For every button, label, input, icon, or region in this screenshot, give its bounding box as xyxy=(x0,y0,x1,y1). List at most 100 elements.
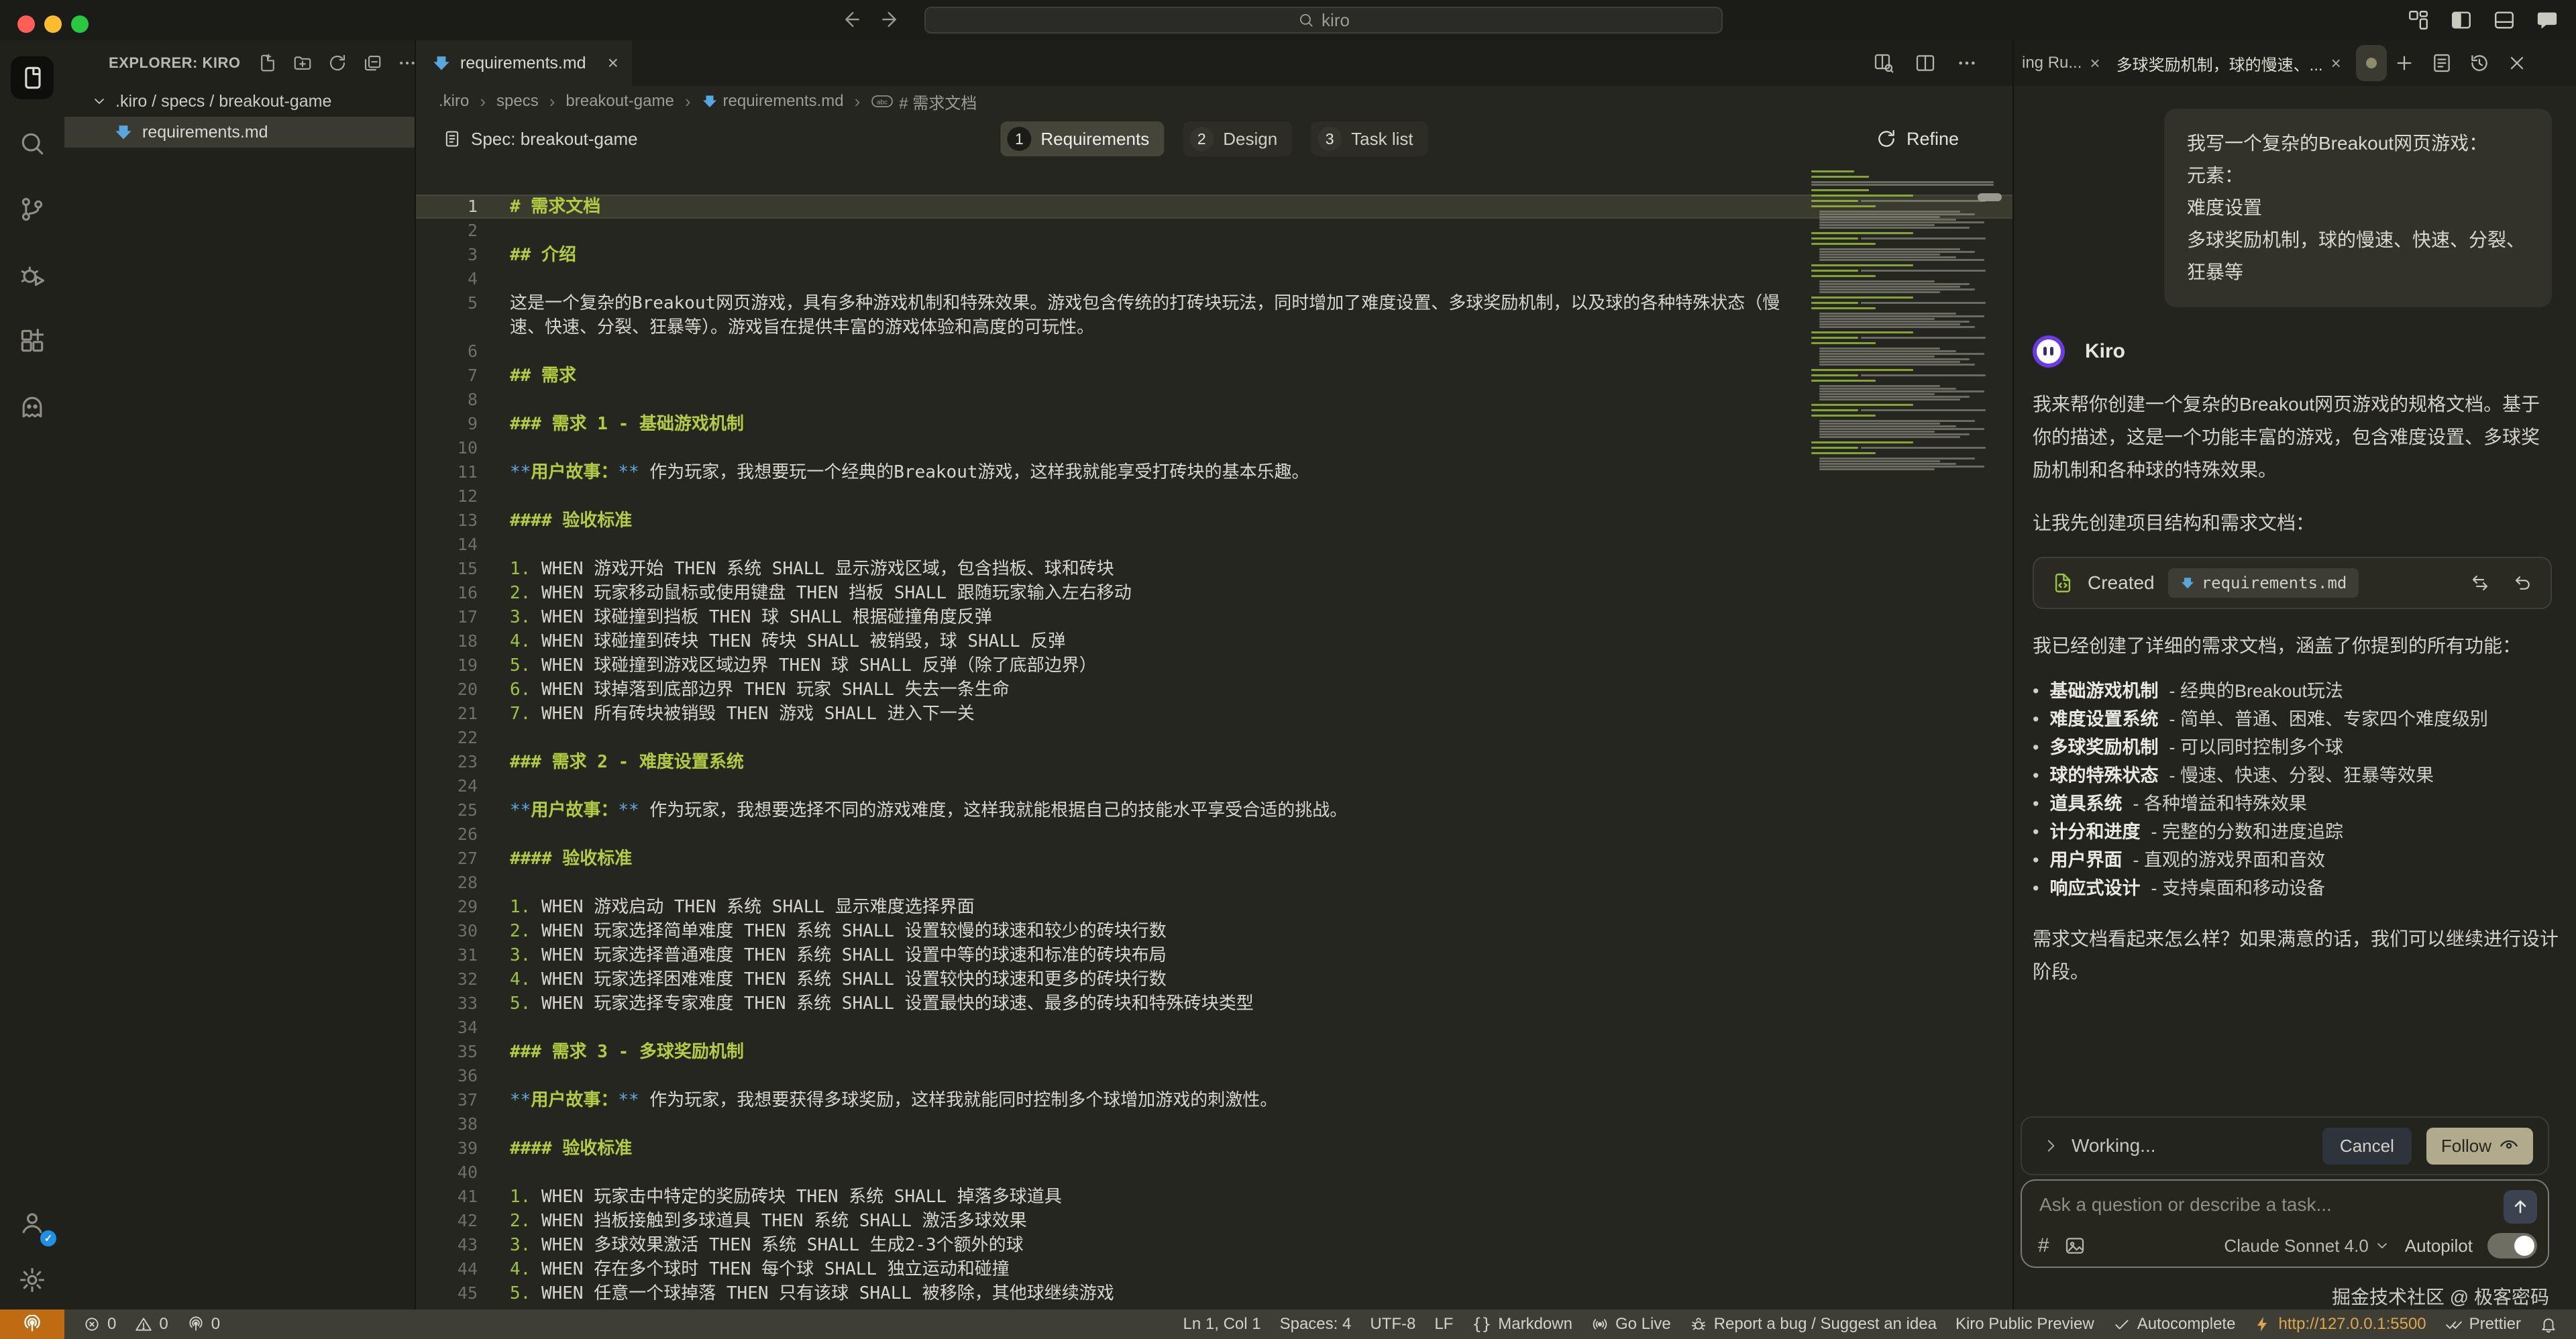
explorer-more-icon[interactable] xyxy=(397,53,417,73)
editor-line[interactable]: 9### 需求 1 - 基础游戏机制 xyxy=(416,412,2012,436)
search-sidebar-icon[interactable] xyxy=(11,122,54,165)
editor-line[interactable]: 25**用户故事：** 作为玩家，我想要选择不同的游戏难度，这样我就能根据自己的… xyxy=(416,798,2012,822)
status-prettier[interactable]: Prettier xyxy=(2445,1315,2521,1334)
new-chat-icon[interactable] xyxy=(2394,52,2415,74)
editor-line[interactable]: 34 xyxy=(416,1016,2012,1040)
cancel-button[interactable]: Cancel xyxy=(2322,1128,2412,1165)
editor-line[interactable]: 313. WHEN 玩家选择普通难度 THEN 系统 SHALL 设置中等的球速… xyxy=(416,943,2012,967)
send-button[interactable] xyxy=(2504,1190,2537,1224)
spec-step-tasklist[interactable]: 3Task list xyxy=(1311,121,1428,156)
editor-line[interactable]: 324. WHEN 玩家选择困难难度 THEN 系统 SHALL 设置较快的球速… xyxy=(416,967,2012,992)
status-icon-only[interactable] xyxy=(2540,1316,2557,1333)
model-selector[interactable]: Claude Sonnet 4.0 xyxy=(2224,1236,2390,1256)
tree-folder-breakout-game[interactable]: .kiro / specs / breakout-game xyxy=(64,86,415,117)
history-forward-icon[interactable] xyxy=(880,8,903,31)
breadcrumb-item[interactable]: specs xyxy=(496,92,539,111)
chat-bubble-icon[interactable] xyxy=(2536,9,2559,32)
toggle-panel-icon[interactable] xyxy=(2493,9,2516,32)
undo-icon[interactable] xyxy=(2513,573,2533,593)
editor-content[interactable]: 1# 需求文档23## 介绍45这是一个复杂的Breakout网页游戏，具有多种… xyxy=(416,161,2012,1305)
split-editor-icon[interactable] xyxy=(1915,52,1936,74)
close-chat-tab-icon[interactable]: × xyxy=(2331,53,2341,74)
context-hash-button[interactable]: # xyxy=(2038,1234,2049,1257)
editor-line[interactable]: 8 xyxy=(416,388,2012,412)
editor-line[interactable]: 12 xyxy=(416,484,2012,508)
editor-line[interactable]: 11**用户故事：** 作为玩家，我想要玩一个经典的Breakout游戏，这样我… xyxy=(416,460,2012,484)
chat-tab-1[interactable]: ing Ru... × xyxy=(2017,53,2106,74)
status-http-127-0-0-1-5500[interactable]: http://127.0.0.1:5500 xyxy=(2254,1315,2426,1334)
editor-line[interactable]: 40 xyxy=(416,1161,2012,1185)
zoom-window-button[interactable] xyxy=(71,15,89,33)
created-file-card[interactable]: Created requirements.md xyxy=(2033,557,2552,609)
source-control-icon[interactable] xyxy=(11,188,54,231)
editor-line[interactable]: 206. WHEN 球掉落到底部边界 THEN 玩家 SHALL 失去一条生命 xyxy=(416,678,2012,702)
breadcrumb-item-file[interactable]: requirements.md xyxy=(702,92,844,111)
status-0[interactable]: 0 xyxy=(135,1315,168,1334)
tree-file-requirements[interactable]: requirements.md xyxy=(64,117,415,148)
editor-line[interactable]: 26 xyxy=(416,822,2012,847)
scrollbar-thumb[interactable] xyxy=(1978,193,2002,201)
tab-requirements-md[interactable]: requirements.md × xyxy=(416,40,632,86)
status-0[interactable]: 0 xyxy=(83,1315,116,1334)
status-report-a-bug-suggest-an-idea[interactable]: Report a bug / Suggest an idea xyxy=(1690,1315,1937,1334)
status-lf[interactable]: LF xyxy=(1434,1315,1453,1334)
chat-history-icon[interactable] xyxy=(2469,52,2490,74)
close-tab-icon[interactable]: × xyxy=(608,52,619,74)
editor-line[interactable]: 422. WHEN 挡板接触到多球道具 THEN 系统 SHALL 激活多球效果 xyxy=(416,1209,2012,1233)
new-folder-icon[interactable] xyxy=(292,53,313,73)
status-markdown[interactable]: {}Markdown xyxy=(1472,1315,1572,1334)
editor-line[interactable]: 162. WHEN 玩家移动鼠标或使用键盘 THEN 挡板 SHALL 跟随玩家… xyxy=(416,581,2012,605)
close-chat-panel-icon[interactable] xyxy=(2506,52,2528,74)
editor-line[interactable]: 195. WHEN 球碰撞到游戏区域边界 THEN 球 SHALL 反弹（除了底… xyxy=(416,653,2012,678)
status-spaces-4[interactable]: Spaces: 4 xyxy=(1280,1315,1352,1334)
follow-button[interactable]: Follow xyxy=(2426,1128,2533,1165)
editor-line[interactable]: 291. WHEN 游戏启动 THEN 系统 SHALL 显示难度选择界面 xyxy=(416,895,2012,919)
editor-line[interactable]: 13#### 验收标准 xyxy=(416,508,2012,533)
open-diff-icon[interactable] xyxy=(2470,573,2490,593)
spec-step-requirements[interactable]: 1Requirements xyxy=(1000,121,1164,156)
editor-line[interactable]: 302. WHEN 玩家选择简单难度 THEN 系统 SHALL 设置较慢的球速… xyxy=(416,919,2012,943)
editor-line[interactable]: 335. WHEN 玩家选择专家难度 THEN 系统 SHALL 设置最快的球速… xyxy=(416,992,2012,1016)
new-file-icon[interactable] xyxy=(258,53,278,73)
editor-line[interactable]: 36 xyxy=(416,1064,2012,1088)
editor-line[interactable]: 10 xyxy=(416,436,2012,460)
close-chat-tab-icon[interactable]: × xyxy=(2090,53,2100,74)
refresh-explorer-icon[interactable] xyxy=(327,53,347,73)
editor-line[interactable]: 5这是一个复杂的Breakout网页游戏，具有多种游戏机制和特殊效果。游戏包含传… xyxy=(416,291,2012,339)
editor-more-icon[interactable] xyxy=(1956,52,1978,74)
editor-line[interactable]: 23### 需求 2 - 难度设置系统 xyxy=(416,750,2012,774)
editor-line[interactable]: 184. WHEN 球碰撞到砖块 THEN 砖块 SHALL 被销毁，球 SHA… xyxy=(416,629,2012,653)
editor-line[interactable]: 38 xyxy=(416,1112,2012,1136)
created-file-chip[interactable]: requirements.md xyxy=(2168,568,2359,598)
editor-line[interactable]: 4 xyxy=(416,267,2012,291)
status-go-live[interactable]: Go Live xyxy=(1591,1315,1671,1334)
layout-customize-icon[interactable] xyxy=(2407,9,2430,32)
breadcrumb-item[interactable]: breakout-game xyxy=(566,92,674,111)
autopilot-toggle[interactable] xyxy=(2487,1233,2537,1258)
explorer-icon[interactable] xyxy=(11,56,54,99)
status-ln-1-col-1[interactable]: Ln 1, Col 1 xyxy=(1183,1315,1261,1334)
editor-line[interactable]: 411. WHEN 玩家击中特定的奖励砖块 THEN 系统 SHALL 掉落多球… xyxy=(416,1185,2012,1209)
task-list-icon[interactable] xyxy=(2431,52,2453,74)
editor-line[interactable]: 28 xyxy=(416,871,2012,895)
editor-line[interactable]: 217. WHEN 所有砖块被销毁 THEN 游戏 SHALL 进入下一关 xyxy=(416,702,2012,726)
minimize-window-button[interactable] xyxy=(44,15,62,33)
run-debug-icon[interactable] xyxy=(11,254,54,297)
open-changes-icon[interactable] xyxy=(1873,52,1894,74)
editor-line[interactable]: 7## 需求 xyxy=(416,364,2012,388)
editor-line[interactable]: 35### 需求 3 - 多球奖励机制 xyxy=(416,1040,2012,1064)
status-0[interactable]: 0 xyxy=(187,1315,220,1334)
extensions-icon[interactable] xyxy=(11,319,54,362)
minimap[interactable] xyxy=(1811,170,2004,471)
editor-line[interactable]: 22 xyxy=(416,726,2012,750)
editor-line[interactable]: 444. WHEN 存在多个球时 THEN 每个球 SHALL 独立运动和碰撞 xyxy=(416,1257,2012,1281)
remote-indicator[interactable] xyxy=(0,1309,64,1339)
chevron-right-icon[interactable] xyxy=(2042,1137,2059,1155)
chat-input-box[interactable]: Ask a question or describe a task... # C… xyxy=(2021,1179,2549,1268)
editor-line[interactable]: 433. WHEN 多球效果激活 THEN 系统 SHALL 生成2-3个额外的… xyxy=(416,1233,2012,1257)
toggle-sidebar-icon[interactable] xyxy=(2450,9,2473,32)
collapse-folders-icon[interactable] xyxy=(362,53,382,73)
editor-line[interactable]: 2 xyxy=(416,219,2012,243)
editor-line[interactable]: 24 xyxy=(416,774,2012,798)
attach-image-icon[interactable] xyxy=(2064,1235,2086,1256)
